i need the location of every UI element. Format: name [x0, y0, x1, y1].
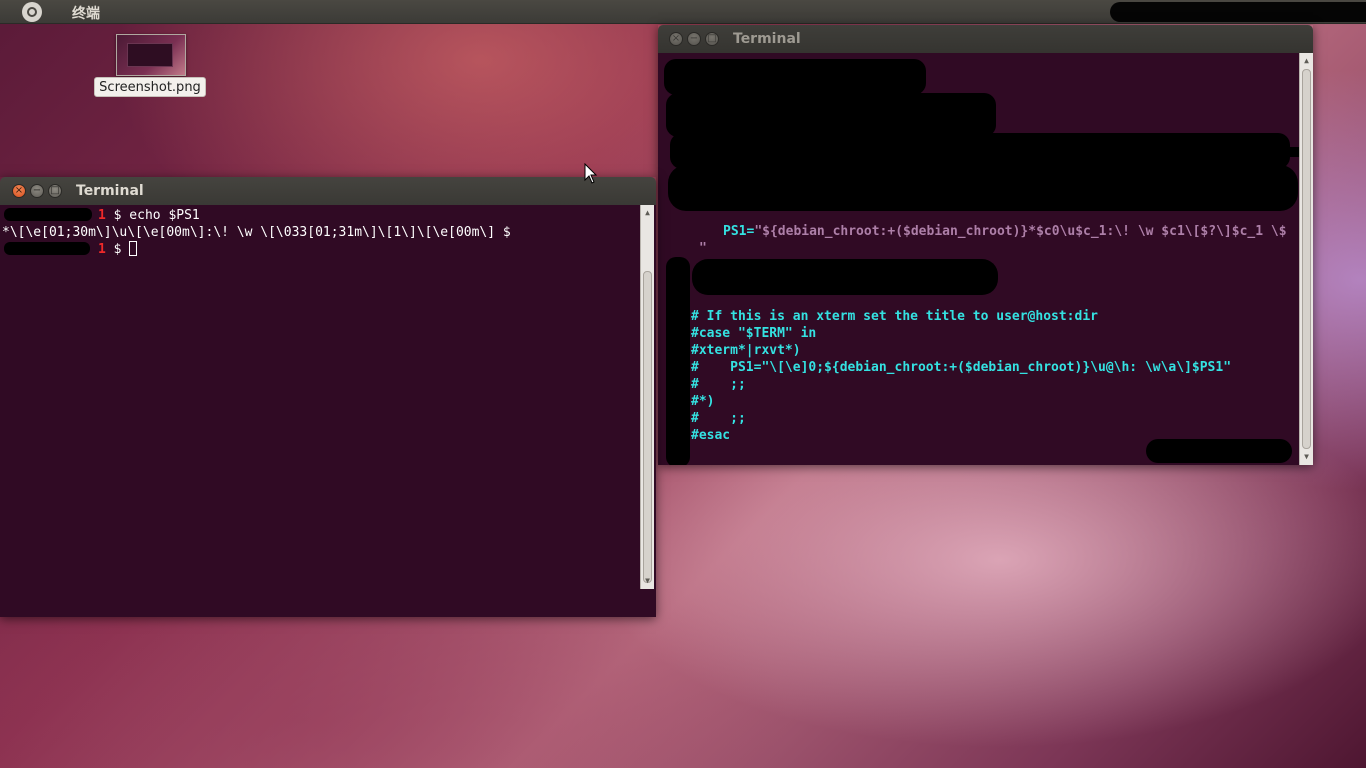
image-thumbnail-icon: [116, 34, 186, 76]
ps1-continuation: ": [699, 241, 707, 256]
minimize-button[interactable]: −: [30, 184, 44, 198]
command-line: 1 $ echo $PS1: [98, 207, 200, 224]
text-cursor: [129, 241, 138, 256]
vertical-scrollbar[interactable]: ▲ ▼: [1299, 53, 1313, 465]
redacted-area: [670, 133, 1290, 169]
ps1-key: PS1=: [723, 224, 755, 239]
prompt-text: $: [105, 242, 130, 257]
command-text: $ echo $PS1: [105, 208, 200, 223]
redacted-area: [666, 257, 690, 465]
scroll-down-icon[interactable]: ▼: [1300, 451, 1313, 463]
comment-line: #xterm*|rxvt*): [691, 343, 801, 358]
terminal-window-right[interactable]: × − □ Terminal PS1="${debian_chroot:+($d…: [658, 25, 1313, 465]
terminal-window-left[interactable]: × − □ Terminal 1 $ echo $PS1 *\[\e[01;30…: [0, 177, 656, 617]
scroll-up-icon[interactable]: ▲: [641, 207, 654, 219]
output-line: *\[\e[01;30m\]\u\[\e[00m\]:\! \w \[\033[…: [2, 225, 511, 240]
redacted-area: [692, 259, 998, 295]
redacted-area: [1146, 439, 1292, 463]
mouse-pointer-icon: [584, 163, 598, 184]
window-titlebar[interactable]: × − □ Terminal: [658, 25, 1313, 53]
redacted-area: [668, 165, 1298, 211]
prompt-line: 1 $: [98, 241, 138, 258]
desktop-file-label: Screenshot.png: [94, 77, 206, 97]
scrollbar-thumb[interactable]: [1302, 69, 1311, 449]
maximize-button[interactable]: □: [705, 32, 719, 46]
maximize-button[interactable]: □: [48, 184, 62, 198]
scroll-down-icon[interactable]: ▼: [641, 575, 654, 587]
redacted-area: [666, 93, 996, 137]
close-button[interactable]: ×: [12, 184, 26, 198]
window-titlebar[interactable]: × − □ Terminal: [0, 177, 656, 205]
redacted-user: [4, 242, 90, 255]
scroll-up-icon[interactable]: ▲: [1300, 55, 1313, 67]
comment-line: # If this is an xterm set the title to u…: [691, 309, 1098, 324]
terminal-output-area[interactable]: 1 $ echo $PS1 *\[\e[01;30m\]\u\[\e[00m\]…: [0, 205, 656, 617]
vertical-scrollbar[interactable]: ▲ ▼: [640, 205, 654, 589]
comment-line: # ;;: [691, 411, 746, 426]
comment-line: #*): [691, 394, 715, 409]
desktop-file-screenshot[interactable]: Screenshot.png: [94, 34, 206, 98]
redacted-user: [4, 208, 92, 221]
window-title: Terminal: [733, 31, 801, 47]
minimize-button[interactable]: −: [687, 32, 701, 46]
redacted-area: [664, 59, 926, 95]
history-number: 1: [98, 242, 106, 257]
close-button[interactable]: ×: [669, 32, 683, 46]
comment-line: #esac: [691, 428, 731, 443]
terminal-output-area[interactable]: PS1="${debian_chroot:+($debian_chroot)}*…: [658, 53, 1313, 465]
history-number: 1: [98, 208, 106, 223]
ubuntu-logo-icon[interactable]: [22, 2, 42, 22]
ps1-line: PS1="${debian_chroot:+($debian_chroot)}*…: [723, 223, 1287, 240]
panel-app-title: 终端: [72, 6, 100, 22]
top-panel: 终端: [0, 0, 1366, 24]
window-title: Terminal: [76, 183, 144, 199]
comment-line: # ;;: [691, 377, 746, 392]
comment-line: #case "$TERM" in: [691, 326, 817, 341]
ps1-value: "${debian_chroot:+($debian_chroot)}*$c0\…: [754, 224, 1287, 239]
scrollbar-thumb[interactable]: [643, 271, 652, 583]
panel-indicators-redacted: [1110, 2, 1366, 22]
comment-line: # PS1="\[\e]0;${debian_chroot:+($debian_…: [691, 360, 1232, 375]
